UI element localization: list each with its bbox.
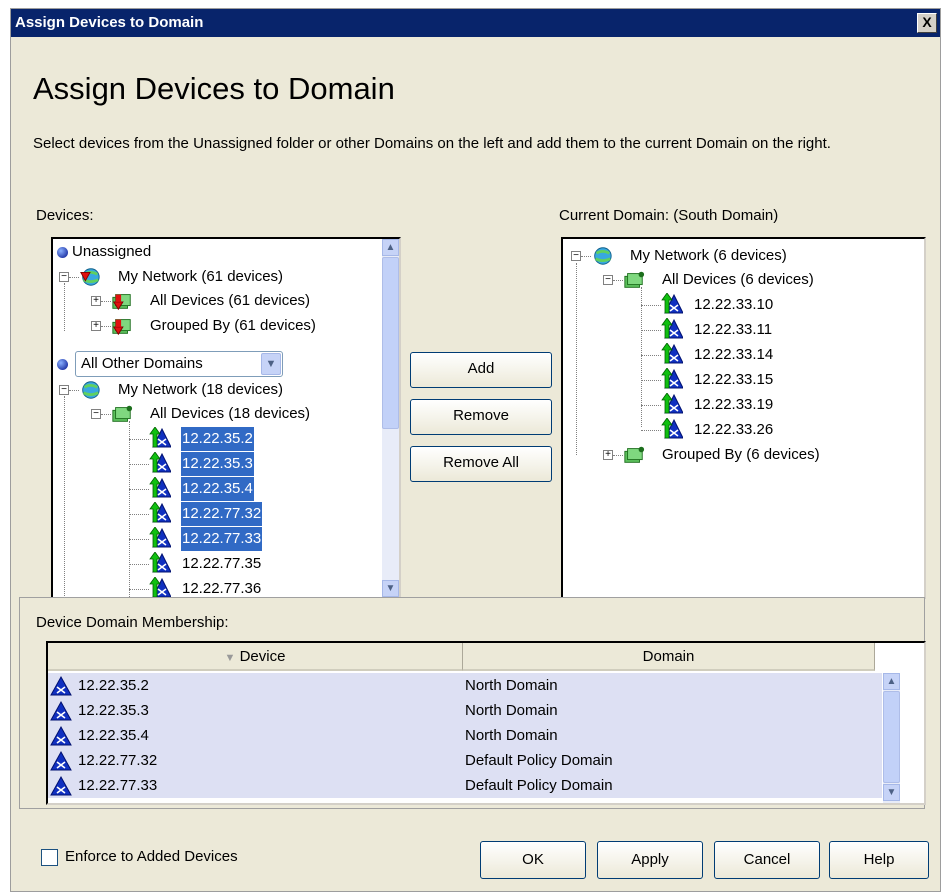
device-icon <box>50 725 72 747</box>
device-icon <box>149 577 171 599</box>
tree-device-item[interactable]: 12.22.77.32 <box>181 502 263 526</box>
help-button[interactable]: Help <box>829 841 929 879</box>
tree-device-item[interactable]: 12.22.33.14 <box>693 343 774 367</box>
device-icon <box>661 293 683 315</box>
tree-device-item[interactable]: 12.22.33.26 <box>693 418 774 442</box>
current-domain-label: Current Domain: (South Domain) <box>559 207 779 224</box>
device-icon <box>149 527 171 549</box>
scroll-thumb[interactable] <box>883 691 900 783</box>
tree-device-item[interactable]: 12.22.77.33 <box>181 527 263 551</box>
remove-all-button[interactable]: Remove All <box>410 446 552 482</box>
enforce-checkbox[interactable] <box>41 849 58 866</box>
collapse-toggle-icon[interactable]: − <box>91 409 101 419</box>
domain-select[interactable]: All Other Domains ▼ <box>75 351 283 377</box>
unassigned-dot-icon <box>57 247 68 258</box>
table-row[interactable]: 12.22.77.32 Default Policy Domain <box>48 748 882 773</box>
close-button[interactable]: X <box>917 13 937 33</box>
tree-node-all-devices-18[interactable]: All Devices (18 devices) <box>149 402 311 426</box>
scroll-up-icon[interactable]: ▲ <box>382 239 399 256</box>
window-title: Assign Devices to Domain <box>15 14 204 31</box>
tree-device-item[interactable]: 12.22.33.11 <box>693 318 773 342</box>
tree-device-item[interactable]: 12.22.35.4 <box>181 477 254 501</box>
device-icon <box>149 502 171 524</box>
remove-button[interactable]: Remove <box>410 399 552 435</box>
tree-node-my-network-61[interactable]: My Network (61 devices) <box>117 265 284 289</box>
tree-device-item[interactable]: 12.22.33.10 <box>693 293 774 317</box>
folder-unassigned-icon <box>111 315 133 337</box>
sort-icon: ▼ <box>224 652 236 664</box>
tree-node-my-network-6[interactable]: My Network (6 devices) <box>629 244 788 268</box>
device-icon <box>149 477 171 499</box>
page-title: Assign Devices to Domain <box>33 71 395 106</box>
tree-device-item[interactable]: 12.22.77.36 <box>181 577 262 597</box>
collapse-toggle-icon[interactable]: − <box>603 275 613 285</box>
tree-device-item[interactable]: 12.22.35.2 <box>181 427 254 451</box>
tree-node-all-devices-61[interactable]: All Devices (61 devices) <box>149 289 311 313</box>
device-icon <box>661 368 683 390</box>
assign-devices-dialog: Assign Devices to Domain X Assign Device… <box>10 8 941 892</box>
membership-scrollbar[interactable]: ▲ ▼ <box>883 673 900 803</box>
tree-node-unassigned[interactable]: Unassigned <box>71 240 152 264</box>
chevron-down-icon[interactable]: ▼ <box>261 353 281 375</box>
network-icon <box>79 379 101 401</box>
apply-button[interactable]: Apply <box>597 841 703 879</box>
cancel-button[interactable]: Cancel <box>714 841 820 879</box>
device-icon <box>661 418 683 440</box>
expand-toggle-icon[interactable]: + <box>91 296 101 306</box>
expand-toggle-icon[interactable]: + <box>91 321 101 331</box>
devices-label: Devices: <box>36 207 94 224</box>
tree-device-item[interactable]: 12.22.35.3 <box>181 452 254 476</box>
folder-icon <box>623 444 645 466</box>
scroll-down-icon[interactable]: ▼ <box>382 580 399 597</box>
add-button[interactable]: Add <box>410 352 552 388</box>
table-row[interactable]: 12.22.35.3 North Domain <box>48 698 882 723</box>
tree-node-all-devices-6[interactable]: All Devices (6 devices) <box>661 268 815 292</box>
device-icon <box>50 750 72 772</box>
network-unassigned-icon <box>79 266 101 288</box>
tree-device-item[interactable]: 12.22.33.15 <box>693 368 774 392</box>
device-icon <box>661 343 683 365</box>
column-header-domain[interactable]: Domain <box>463 643 875 671</box>
domain-dot-icon <box>57 359 68 370</box>
table-row[interactable]: 12.22.35.4 North Domain <box>48 723 882 748</box>
collapse-toggle-icon[interactable]: − <box>59 385 69 395</box>
tree-device-item[interactable]: 12.22.77.35 <box>181 552 262 576</box>
table-row[interactable]: 12.22.35.2 North Domain <box>48 673 882 698</box>
scroll-down-icon[interactable]: ▼ <box>883 784 900 801</box>
network-icon <box>591 245 613 267</box>
device-icon <box>661 318 683 340</box>
scroll-thumb[interactable] <box>382 257 399 429</box>
device-icon <box>50 775 72 797</box>
devices-tree[interactable]: Unassigned − My Network (61 devices) + A… <box>51 237 401 599</box>
device-icon <box>50 675 72 697</box>
expand-toggle-icon[interactable]: + <box>603 450 613 460</box>
device-icon <box>661 393 683 415</box>
device-icon <box>149 552 171 574</box>
ok-button[interactable]: OK <box>480 841 586 879</box>
device-icon <box>149 452 171 474</box>
column-header-device[interactable]: ▼ Device <box>48 643 463 671</box>
tree-node-grouped-by-61[interactable]: Grouped By (61 devices) <box>149 314 317 338</box>
table-row[interactable]: 12.22.77.33 Default Policy Domain <box>48 773 882 798</box>
membership-label: Device Domain Membership: <box>36 614 229 631</box>
device-icon <box>50 700 72 722</box>
folder-unassigned-icon <box>111 290 133 312</box>
current-domain-tree[interactable]: − My Network (6 devices) − All Devices (… <box>561 237 926 599</box>
devices-scrollbar[interactable]: ▲ ▼ <box>382 239 399 597</box>
device-icon <box>149 427 171 449</box>
tree-node-grouped-by-6[interactable]: Grouped By (6 devices) <box>661 443 821 467</box>
description-text: Select devices from the Unassigned folde… <box>33 135 831 152</box>
collapse-toggle-icon[interactable]: − <box>571 251 581 261</box>
scroll-up-icon[interactable]: ▲ <box>883 673 900 690</box>
collapse-toggle-icon[interactable]: − <box>59 272 69 282</box>
tree-device-item[interactable]: 12.22.33.19 <box>693 393 774 417</box>
membership-table[interactable]: ▼ Device Domain 12.22.35.2 North Domain … <box>46 641 926 805</box>
tree-node-my-network-18[interactable]: My Network (18 devices) <box>117 378 284 402</box>
enforce-label: Enforce to Added Devices <box>65 848 238 865</box>
title-bar: Assign Devices to Domain X <box>11 9 940 37</box>
